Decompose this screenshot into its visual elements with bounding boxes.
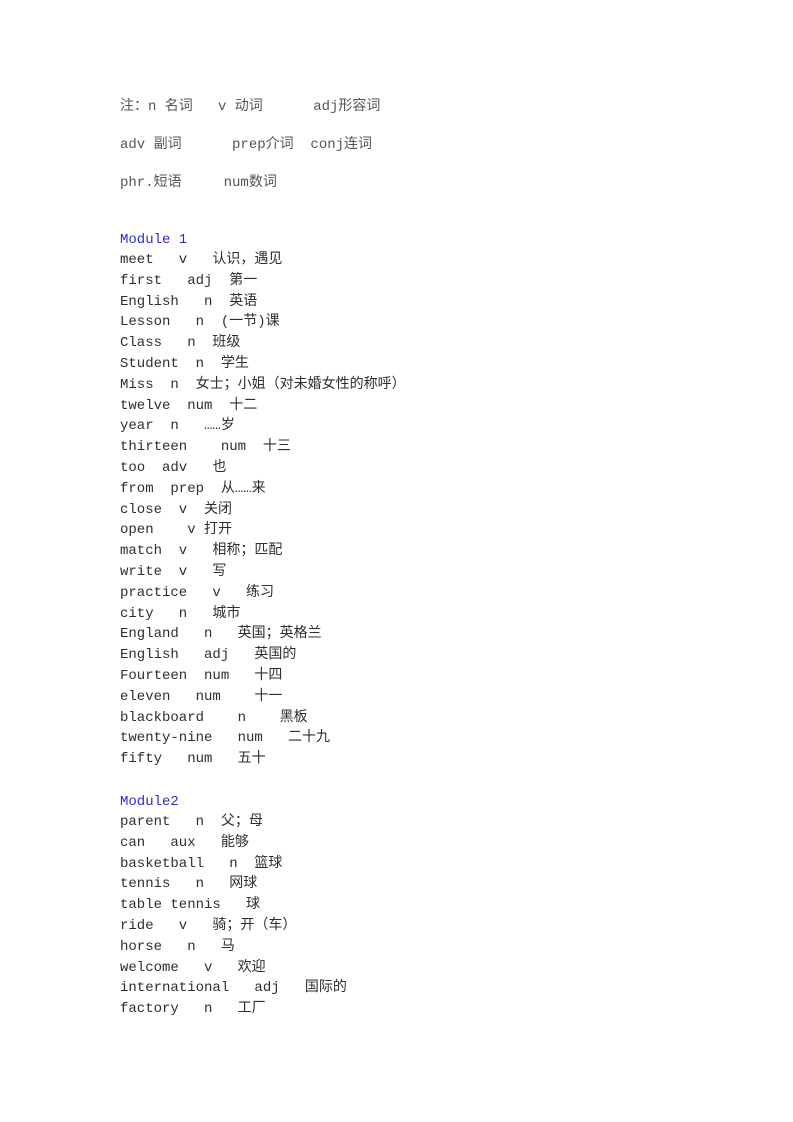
vocab-entry: factory n 工厂 [120, 1001, 266, 1018]
module-2-title: Module2 [120, 794, 179, 810]
vocab-entry: from prep 从……来 [120, 480, 266, 497]
vocab-entry: meet v 认识，遇见 [120, 252, 283, 268]
vocab-entry: first adj 第一 [120, 272, 258, 289]
vocab-entry: parent n 父；母 [120, 814, 263, 830]
vocab-entry: twelve num 十二 [120, 397, 258, 414]
vocab-entry: horse n 马 [120, 938, 235, 955]
legend-line-3: phr.短语 num数词 [120, 175, 277, 191]
vocab-entry: Class n 班级 [120, 335, 241, 352]
vocab-entry: too adv 也 [120, 459, 227, 476]
vocab-entry: twenty-nine num 二十九 [120, 730, 331, 747]
vocab-entry: can aux 能够 [120, 834, 249, 851]
vocab-entry: ride v 骑；开（车） [120, 917, 297, 934]
vocab-entry: fifty num 五十 [120, 751, 266, 768]
vocab-entry: basketball n 篮球 [120, 855, 283, 872]
vocab-entry: year n ……岁 [120, 418, 235, 435]
legend-line-2: adv 副词 prep介词 conj连词 [120, 137, 373, 153]
vocab-entry: welcome v 欢迎 [120, 959, 266, 976]
vocab-entry: Fourteen num 十四 [120, 667, 283, 684]
vocab-entry: practice v 练习 [120, 584, 275, 601]
vocab-entry: eleven num 十一 [120, 688, 283, 705]
vocab-entry: Student n 学生 [120, 355, 249, 372]
vocab-entry: thirteen num 十三 [120, 439, 291, 456]
legend-line-1: 注：n 名词 v 动词 adj形容词 [120, 99, 381, 115]
module-1-title: Module 1 [120, 232, 188, 248]
vocab-entry: city n 城市 [120, 605, 241, 622]
vocab-entry: international adj 国际的 [120, 980, 347, 997]
vocab-entry: England n 英国；英格兰 [120, 626, 322, 643]
vocab-entry: close v 关闭 [120, 501, 233, 518]
vocab-entry: tennis n 网球 [120, 876, 258, 893]
vocab-entry: match v 相称；匹配 [120, 543, 283, 560]
vocab-entry: Miss n 女士；小姐（对未婚女性的称呼） [120, 376, 406, 393]
vocab-entry: Lesson n (一节)课 [120, 314, 280, 331]
module-1-word-list: meet v 认识，遇见 first adj 第一 English n 英语 Less… [120, 250, 406, 770]
module-2-word-list: parent n 父；母 can aux 能够 basketball n 篮球 ten… [120, 812, 347, 1020]
vocab-entry: table tennis 球 [120, 897, 261, 914]
vocab-entry: write v 写 [120, 563, 227, 580]
vocab-entry: open v 打开 [120, 522, 233, 539]
vocab-entry: blackboard n 黑板 [120, 709, 308, 726]
vocab-entry: English adj 英国的 [120, 647, 297, 664]
vocab-entry: English n 英语 [120, 293, 258, 310]
